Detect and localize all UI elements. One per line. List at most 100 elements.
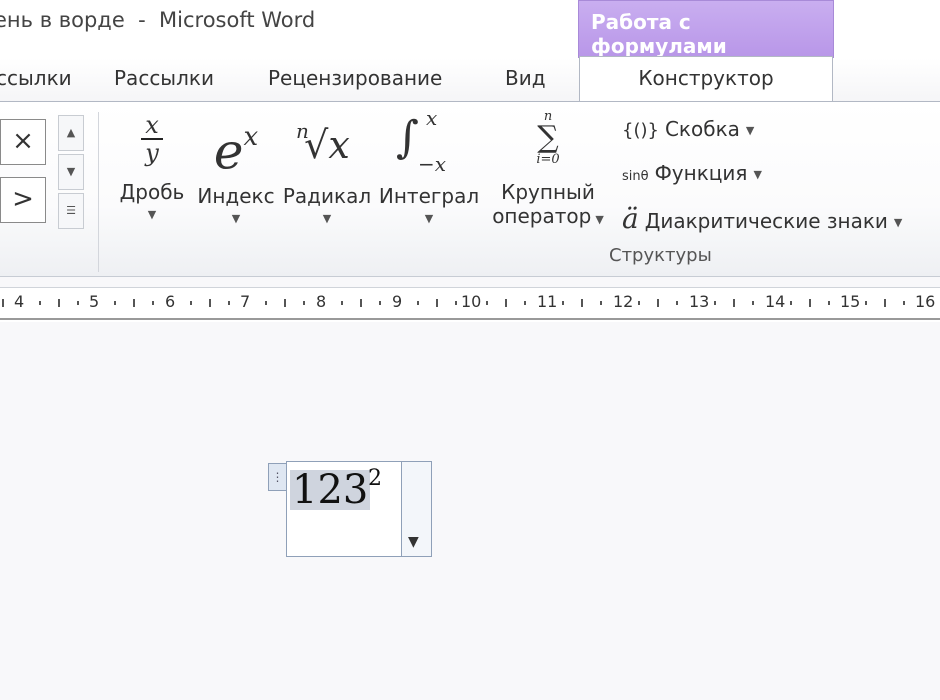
ruler-tick [417, 301, 419, 305]
chevron-down-icon: ▼ [408, 534, 419, 550]
ruler-tick [209, 299, 211, 307]
tab-review[interactable]: Рецензирование [268, 66, 442, 90]
bracket-button[interactable]: {()} Скобка ▼ [622, 117, 754, 141]
equation-move-handle-icon[interactable]: ⋮ [268, 463, 286, 491]
chevron-down-icon: ▼ [753, 168, 762, 181]
ribbon: × > ▲ ▼ ☰ x y Дробь ▼ ex Индекс ▼ n √x Р… [0, 101, 940, 277]
chevron-down-icon: ▼ [745, 124, 755, 137]
chevron-down-icon: ▼ [322, 212, 332, 225]
ruler-tick [714, 301, 716, 305]
equation-base[interactable]: 123 [290, 470, 371, 510]
symbol-times[interactable]: × [0, 119, 46, 165]
ruler-tick [284, 299, 286, 307]
radical-button[interactable]: n √x Радикал ▼ [282, 112, 372, 225]
ruler-tick [265, 301, 267, 305]
accent-button[interactable]: ä Диакритические знаки ▼ [622, 202, 902, 235]
ruler-tick [562, 301, 564, 305]
script-icon-base: e [213, 122, 244, 181]
ruler-tick [600, 301, 602, 305]
ruler-tick [133, 299, 135, 307]
ruler-number: 7 [240, 292, 251, 311]
integral-button[interactable]: ∫ x −x Интеграл ▼ [378, 106, 480, 225]
large-operator-button[interactable]: n ∑ i=0 Крупный оператор ▼ [488, 110, 608, 228]
fraction-icon-denominator: y [145, 139, 159, 167]
ruler-number: 5 [89, 292, 100, 311]
gallery-scroll-down-icon[interactable]: ▼ [58, 154, 84, 190]
integral-icon-upper: x [426, 106, 438, 130]
tab-mailings[interactable]: Рассылки [114, 66, 214, 90]
integral-icon-lower: −x [418, 152, 447, 176]
ruler-tick [114, 301, 116, 305]
radical-icon-index: n [296, 119, 309, 143]
ruler-tick [228, 301, 230, 305]
ruler-baseline [0, 318, 940, 320]
function-icon: sinθ [622, 169, 649, 184]
ruler-tick [39, 301, 41, 305]
ruler-number: 12 [613, 292, 634, 311]
chevron-down-icon: ▼ [595, 213, 604, 226]
script-icon-superscript: x [243, 122, 259, 152]
ruler-tick [581, 299, 583, 307]
integral-icon-symbol: ∫ [396, 112, 419, 163]
sum-icon-symbol: ∑ [537, 120, 559, 155]
ruler-tick [379, 301, 381, 305]
large-operator-label-line1: Крупный [501, 180, 595, 204]
context-tab-header: Работа с формулами [578, 0, 834, 58]
bracket-icon: {()} [622, 120, 659, 141]
ruler-number: 10 [461, 292, 482, 311]
chevron-down-icon: ▼ [147, 208, 157, 221]
ruler-tick [58, 299, 60, 307]
ruler-number: 13 [689, 292, 710, 311]
radical-icon: n √x [282, 112, 372, 178]
context-tab-title: Работа с формулами [591, 10, 727, 58]
function-button[interactable]: sinθ Функция ▼ [622, 161, 762, 185]
ruler-tick [524, 301, 526, 305]
integral-icon: ∫ x −x [378, 106, 480, 178]
ruler-tick [903, 301, 905, 305]
ruler-tick [790, 301, 792, 305]
ruler-number: 15 [840, 292, 861, 311]
horizontal-ruler[interactable]: 4 5 6 7 8 9 10 11 12 13 14 15 16 [0, 287, 940, 323]
ruler-tick [676, 301, 678, 305]
ruler-number: 4 [14, 292, 25, 311]
fraction-label: Дробь [119, 180, 185, 204]
fraction-icon: x y [114, 112, 190, 166]
chevron-down-icon: ▼ [893, 216, 903, 229]
ruler-tick [455, 301, 457, 305]
structures-group-label: Структуры [609, 245, 712, 266]
ruler-tick [657, 299, 659, 307]
ruler-tick [884, 299, 886, 307]
radical-label: Радикал [282, 184, 372, 208]
equation-exponent[interactable]: 2 [368, 466, 382, 491]
group-separator [98, 112, 99, 272]
ruler-tick [638, 301, 640, 305]
tab-mailings-partial[interactable]: ссылки [0, 66, 72, 90]
ruler-tick [486, 301, 488, 305]
radical-icon-body: √x [304, 123, 350, 167]
ruler-tick [2, 299, 4, 307]
ruler-tick [752, 301, 754, 305]
ruler-number: 6 [165, 292, 176, 311]
fraction-icon-numerator: x [145, 111, 159, 139]
tab-constructor[interactable]: Конструктор [579, 56, 833, 104]
gallery-more-icon[interactable]: ☰ [58, 193, 84, 229]
ruler-tick [360, 299, 362, 307]
accent-icon: ä [622, 202, 639, 235]
ruler-tick [865, 301, 867, 305]
index-button[interactable]: ex Индекс ▼ [196, 108, 276, 225]
ruler-tick [341, 301, 343, 305]
symbol-greater-than[interactable]: > [0, 177, 46, 223]
large-operator-label-row: оператор ▼ [488, 204, 608, 228]
document-page[interactable] [0, 322, 940, 700]
ruler-tick [828, 301, 830, 305]
ruler-number: 16 [915, 292, 936, 311]
ruler-number: 9 [392, 292, 403, 311]
ruler-number: 11 [537, 292, 558, 311]
tab-view[interactable]: Вид [505, 66, 546, 90]
ruler-number: 8 [316, 292, 327, 311]
fraction-button[interactable]: x y Дробь ▼ [114, 112, 190, 221]
gallery-scroll-up-icon[interactable]: ▲ [58, 115, 84, 151]
ruler-tick [77, 301, 79, 305]
index-label: Индекс [197, 184, 275, 208]
chevron-down-icon: ▼ [424, 212, 434, 225]
